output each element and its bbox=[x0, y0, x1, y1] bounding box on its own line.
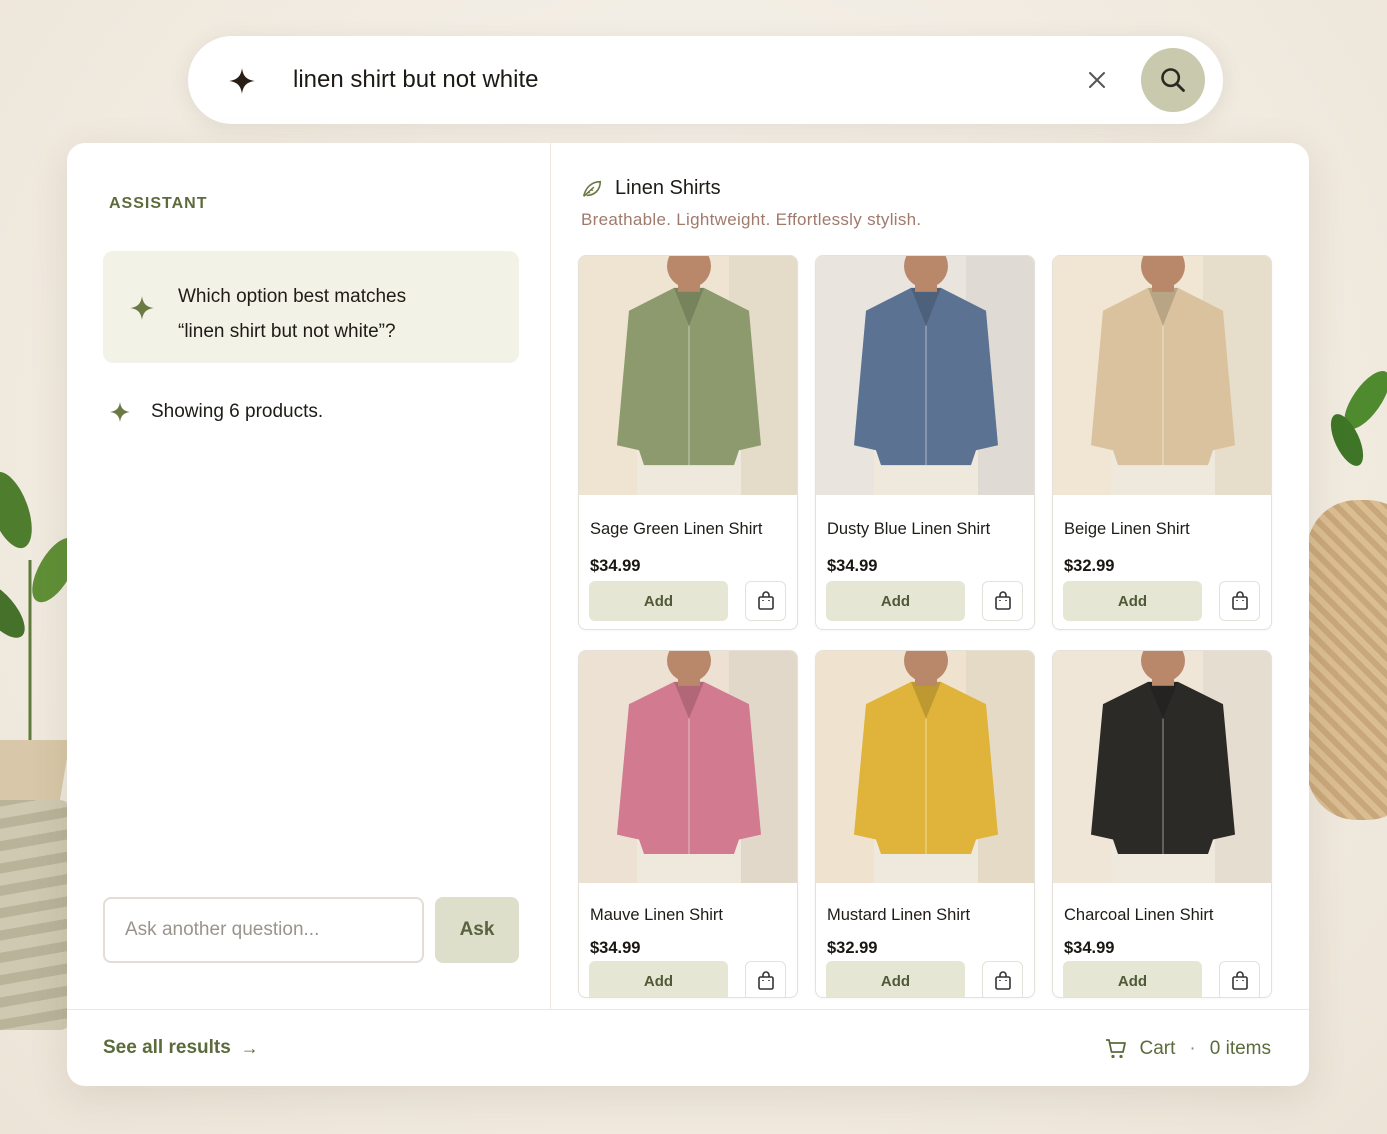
category-title: Linen Shirts bbox=[615, 177, 721, 199]
product-image[interactable] bbox=[816, 651, 1034, 883]
assistant-title: ASSISTANT bbox=[109, 195, 208, 212]
add-to-cart-button[interactable]: Add bbox=[1063, 961, 1202, 997]
search-input[interactable]: linen shirt but not white bbox=[293, 66, 538, 94]
arrow-right-icon: → bbox=[240, 1037, 259, 1058]
product-card[interactable]: Beige Linen Shirt $32.99 Add bbox=[1052, 255, 1272, 630]
search-bar: linen shirt but not white bbox=[188, 36, 1223, 124]
product-price: $34.99 bbox=[590, 557, 641, 575]
add-to-cart-button[interactable]: Add bbox=[826, 961, 965, 997]
product-card[interactable]: Charcoal Linen Shirt $34.99 Add bbox=[1052, 650, 1272, 998]
add-to-cart-button[interactable]: Add bbox=[589, 581, 728, 621]
panel-footer: See all results → Cart · 0 items bbox=[67, 1009, 1309, 1086]
see-all-label: See all results bbox=[103, 1037, 231, 1058]
product-image[interactable] bbox=[816, 256, 1034, 495]
ask-question-input[interactable] bbox=[103, 897, 424, 963]
quick-bag-button[interactable] bbox=[745, 961, 786, 997]
quick-bag-button[interactable] bbox=[1219, 581, 1260, 621]
plant-decoration-right bbox=[1330, 371, 1387, 466]
product-price: $34.99 bbox=[590, 939, 641, 957]
product-image[interactable] bbox=[579, 256, 797, 495]
sparkle-icon bbox=[129, 295, 155, 326]
product-name[interactable]: Mustard Linen Shirt bbox=[827, 906, 970, 925]
leaf-icon bbox=[582, 180, 602, 197]
product-name[interactable]: Sage Green Linen Shirt bbox=[590, 520, 762, 539]
assistant-question-card: Which option best matches “linen shirt b… bbox=[103, 251, 519, 363]
shopping-bag-icon bbox=[994, 971, 1011, 990]
search-button[interactable] bbox=[1141, 48, 1205, 112]
ask-button[interactable]: Ask bbox=[435, 897, 519, 963]
product-card[interactable]: Sage Green Linen Shirt $34.99 Add bbox=[578, 255, 798, 630]
assistant-question: Which option best matches “linen shirt b… bbox=[178, 279, 498, 349]
product-name[interactable]: Charcoal Linen Shirt bbox=[1064, 906, 1214, 925]
see-all-results-link[interactable]: See all results → bbox=[103, 1037, 259, 1059]
cart-count: 0 items bbox=[1209, 1038, 1271, 1059]
shopping-bag-icon bbox=[994, 591, 1011, 610]
add-to-cart-button[interactable]: Add bbox=[826, 581, 965, 621]
folded-cloth-decoration bbox=[0, 800, 70, 1030]
shopping-bag-icon bbox=[757, 971, 774, 990]
product-image[interactable] bbox=[1053, 256, 1271, 495]
results-panel: ASSISTANT Which option best matches “lin… bbox=[67, 143, 1309, 1086]
shopping-bag-icon bbox=[757, 591, 774, 610]
product-card[interactable]: Dusty Blue Linen Shirt $34.99 Add bbox=[815, 255, 1035, 630]
product-price: $32.99 bbox=[1064, 557, 1115, 575]
shopping-bag-icon bbox=[1231, 591, 1248, 610]
cart-link[interactable]: Cart · 0 items bbox=[1104, 1037, 1271, 1061]
products-column: Linen Shirts Breathable. Lightweight. Ef… bbox=[552, 143, 1309, 1009]
status-text: Showing 6 products. bbox=[151, 401, 324, 422]
add-to-cart-button[interactable]: Add bbox=[1063, 581, 1202, 621]
quick-bag-button[interactable] bbox=[982, 581, 1023, 621]
shopping-bag-icon bbox=[1231, 971, 1248, 990]
product-image[interactable] bbox=[1053, 651, 1271, 883]
add-to-cart-button[interactable]: Add bbox=[589, 961, 728, 997]
product-price: $32.99 bbox=[827, 939, 878, 957]
status-row: Showing 6 products. bbox=[109, 401, 323, 423]
category-subtitle: Breathable. Lightweight. Effortlessly st… bbox=[581, 210, 922, 229]
category-header: Linen Shirts bbox=[581, 177, 721, 200]
product-name[interactable]: Dusty Blue Linen Shirt bbox=[827, 520, 990, 539]
product-card[interactable]: Mauve Linen Shirt $34.99 Add bbox=[578, 650, 798, 998]
quick-bag-button[interactable] bbox=[745, 581, 786, 621]
product-name[interactable]: Mauve Linen Shirt bbox=[590, 906, 723, 925]
product-card[interactable]: Mustard Linen Shirt $32.99 Add bbox=[815, 650, 1035, 998]
product-price: $34.99 bbox=[827, 557, 878, 575]
cart-icon bbox=[1105, 1039, 1126, 1059]
sparkle-icon bbox=[109, 401, 131, 423]
cart-label: Cart bbox=[1139, 1038, 1176, 1059]
clear-search-button[interactable] bbox=[1083, 66, 1111, 94]
product-image[interactable] bbox=[579, 651, 797, 883]
search-icon bbox=[1161, 68, 1185, 92]
close-icon bbox=[1089, 72, 1105, 88]
assistant-column: ASSISTANT Which option best matches “lin… bbox=[67, 143, 551, 1009]
product-price: $34.99 bbox=[1064, 939, 1115, 957]
quick-bag-button[interactable] bbox=[982, 961, 1023, 997]
product-name[interactable]: Beige Linen Shirt bbox=[1064, 520, 1190, 539]
question-line-2: “linen shirt but not white”? bbox=[178, 321, 396, 342]
sparkle-icon bbox=[228, 67, 256, 100]
quick-bag-button[interactable] bbox=[1219, 961, 1260, 997]
question-line-1: Which option best matches bbox=[178, 286, 407, 307]
separator: · bbox=[1189, 1038, 1196, 1059]
